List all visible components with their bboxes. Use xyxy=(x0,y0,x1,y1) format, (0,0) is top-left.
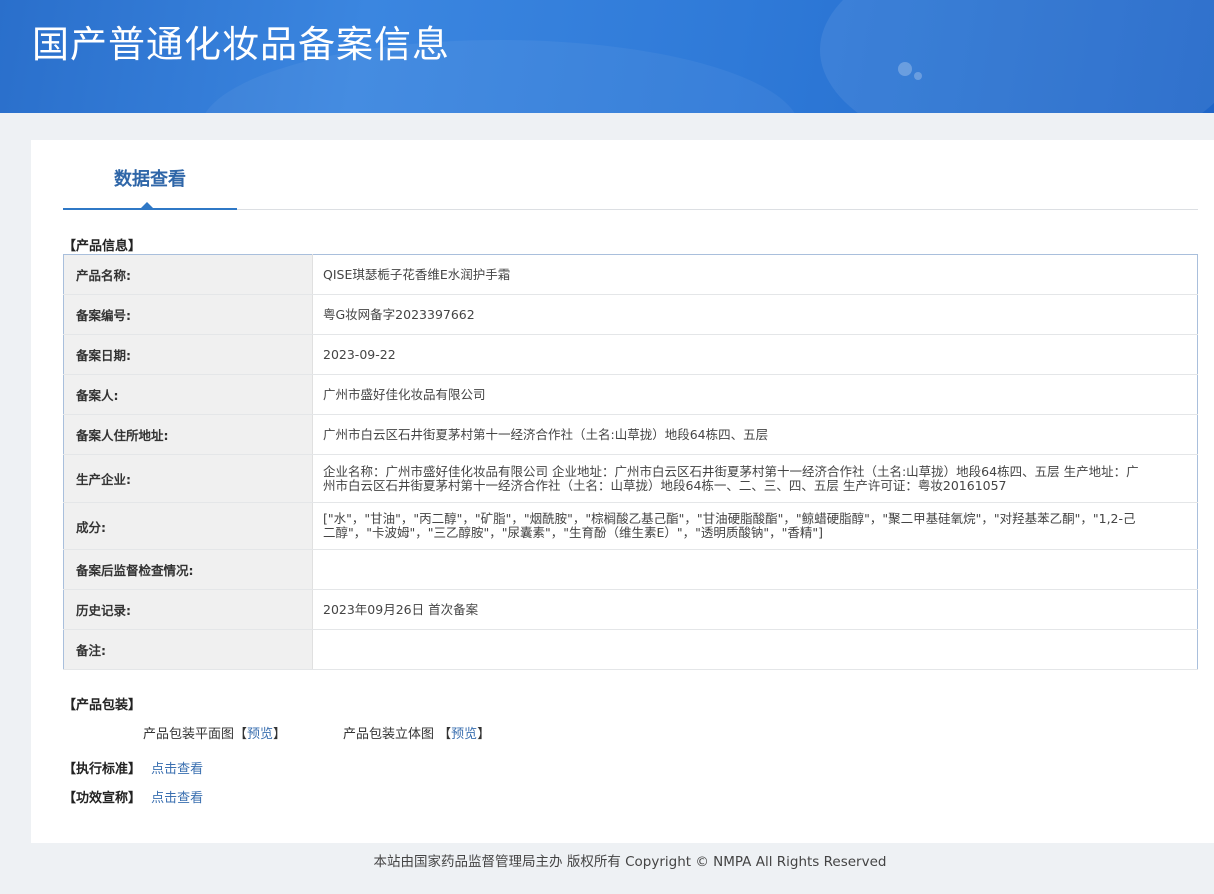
bracket-close: 】 xyxy=(477,727,491,742)
info-row-value: 广州市白云区石井街夏茅村第十一经济合作社（土名:山草拢）地段64栋四、五层 xyxy=(312,414,1198,455)
info-row: 成分: ["水"，"甘油"，"丙二醇"，"矿脂"，"烟酰胺"，"棕榈酸乙基己酯"，… xyxy=(63,502,1198,550)
banner-glow xyxy=(820,0,1214,113)
footer-copyright: 本站由国家药品监督管理局主办 版权所有 Copyright © NMPA All… xyxy=(373,854,887,870)
section-title-standard: 【执行标准】 xyxy=(63,762,142,777)
efficacy-view-link[interactable]: 点击查看 xyxy=(151,791,203,806)
info-row-value: 2023-09-22 xyxy=(312,334,1198,375)
info-row-value: QISE琪瑟栀子花香维E水润护手霜 xyxy=(312,254,1198,295)
info-row: 历史记录: 2023年09月26日 首次备案 xyxy=(63,589,1198,630)
info-row-value: ["水"，"甘油"，"丙二醇"，"矿脂"，"烟酰胺"，"棕榈酸乙基己酯"，"甘油… xyxy=(312,502,1198,550)
packaging-solid-label: 产品包装立体图 xyxy=(343,727,435,742)
section-title-efficacy: 【功效宣称】 xyxy=(63,791,142,806)
packaging-flat-label: 产品包装平面图 xyxy=(143,727,235,742)
info-row: 备案人: 广州市盛好佳化妆品有限公司 xyxy=(63,374,1198,415)
tab-caret-icon xyxy=(140,202,154,209)
section-title-packaging: 【产品包装】 xyxy=(63,698,142,713)
info-row-label: 产品名称: xyxy=(63,254,313,295)
info-row: 备案后监督检查情况: xyxy=(63,549,1198,590)
packaging-flat: 产品包装平面图【预览】 xyxy=(143,723,286,742)
info-row-label: 备案后监督检查情况: xyxy=(63,549,313,590)
bracket-open: 【 xyxy=(234,727,248,742)
info-row-label: 备案日期: xyxy=(63,334,313,375)
info-row-label: 备案人: xyxy=(63,374,313,415)
packaging-flat-preview-link[interactable]: 预览 xyxy=(247,727,273,742)
info-row-value: 广州市盛好佳化妆品有限公司 xyxy=(312,374,1198,415)
bracket-open: 【 xyxy=(438,727,452,742)
info-row-label: 成分: xyxy=(63,502,313,550)
info-row-value: 企业名称：广州市盛好佳化妆品有限公司 企业地址：广州市白云区石井街夏茅村第十一经… xyxy=(312,454,1198,503)
info-row-value xyxy=(312,629,1198,670)
info-row: 生产企业: 企业名称：广州市盛好佳化妆品有限公司 企业地址：广州市白云区石井街夏茅… xyxy=(63,454,1198,503)
bracket-close: 】 xyxy=(273,727,287,742)
info-row-value xyxy=(312,549,1198,590)
info-row-value: 2023年09月26日 首次备案 xyxy=(312,589,1198,630)
info-row-label: 备注: xyxy=(63,629,313,670)
main-card: 数据查看 【产品信息】 产品名称: QISE琪瑟栀子花香维E水润护手霜 备案编号: 粤… xyxy=(31,140,1214,843)
info-row-label: 历史记录: xyxy=(63,589,313,630)
info-row: 产品名称: QISE琪瑟栀子花香维E水润护手霜 xyxy=(63,254,1198,295)
banner-dot xyxy=(914,72,922,80)
header-banner: 国产普通化妆品备案信息 xyxy=(0,0,1214,113)
packaging-solid: 产品包装立体图 【预览】 xyxy=(343,723,490,742)
info-row-label: 备案编号: xyxy=(63,294,313,335)
efficacy-row: 【功效宣称】 点击查看 xyxy=(63,787,203,806)
info-row: 备案人住所地址: 广州市白云区石井街夏茅村第十一经济合作社（土名:山草拢）地段64… xyxy=(63,414,1198,455)
tab-bar: 数据查看 xyxy=(63,140,1198,210)
info-row: 备案日期: 2023-09-22 xyxy=(63,334,1198,375)
tab-data-view-label: 数据查看 xyxy=(114,169,186,190)
info-row: 备注: xyxy=(63,629,1198,670)
tab-data-view[interactable]: 数据查看 xyxy=(63,140,237,210)
standard-row: 【执行标准】 点击查看 xyxy=(63,758,203,777)
packaging-solid-preview-link[interactable]: 预览 xyxy=(451,727,477,742)
page-title: 国产普通化妆品备案信息 xyxy=(32,23,450,66)
info-row: 备案编号: 粤G妆网备字2023397662 xyxy=(63,294,1198,335)
product-info-table: 产品名称: QISE琪瑟栀子花香维E水润护手霜 备案编号: 粤G妆网备字2023397… xyxy=(63,254,1198,670)
standard-view-link[interactable]: 点击查看 xyxy=(151,762,203,777)
info-row-value: 粤G妆网备字2023397662 xyxy=(312,294,1198,335)
info-row-label: 生产企业: xyxy=(63,454,313,503)
banner-dot xyxy=(898,62,912,76)
info-row-label: 备案人住所地址: xyxy=(63,414,313,455)
section-title-product-info: 【产品信息】 xyxy=(63,239,142,254)
